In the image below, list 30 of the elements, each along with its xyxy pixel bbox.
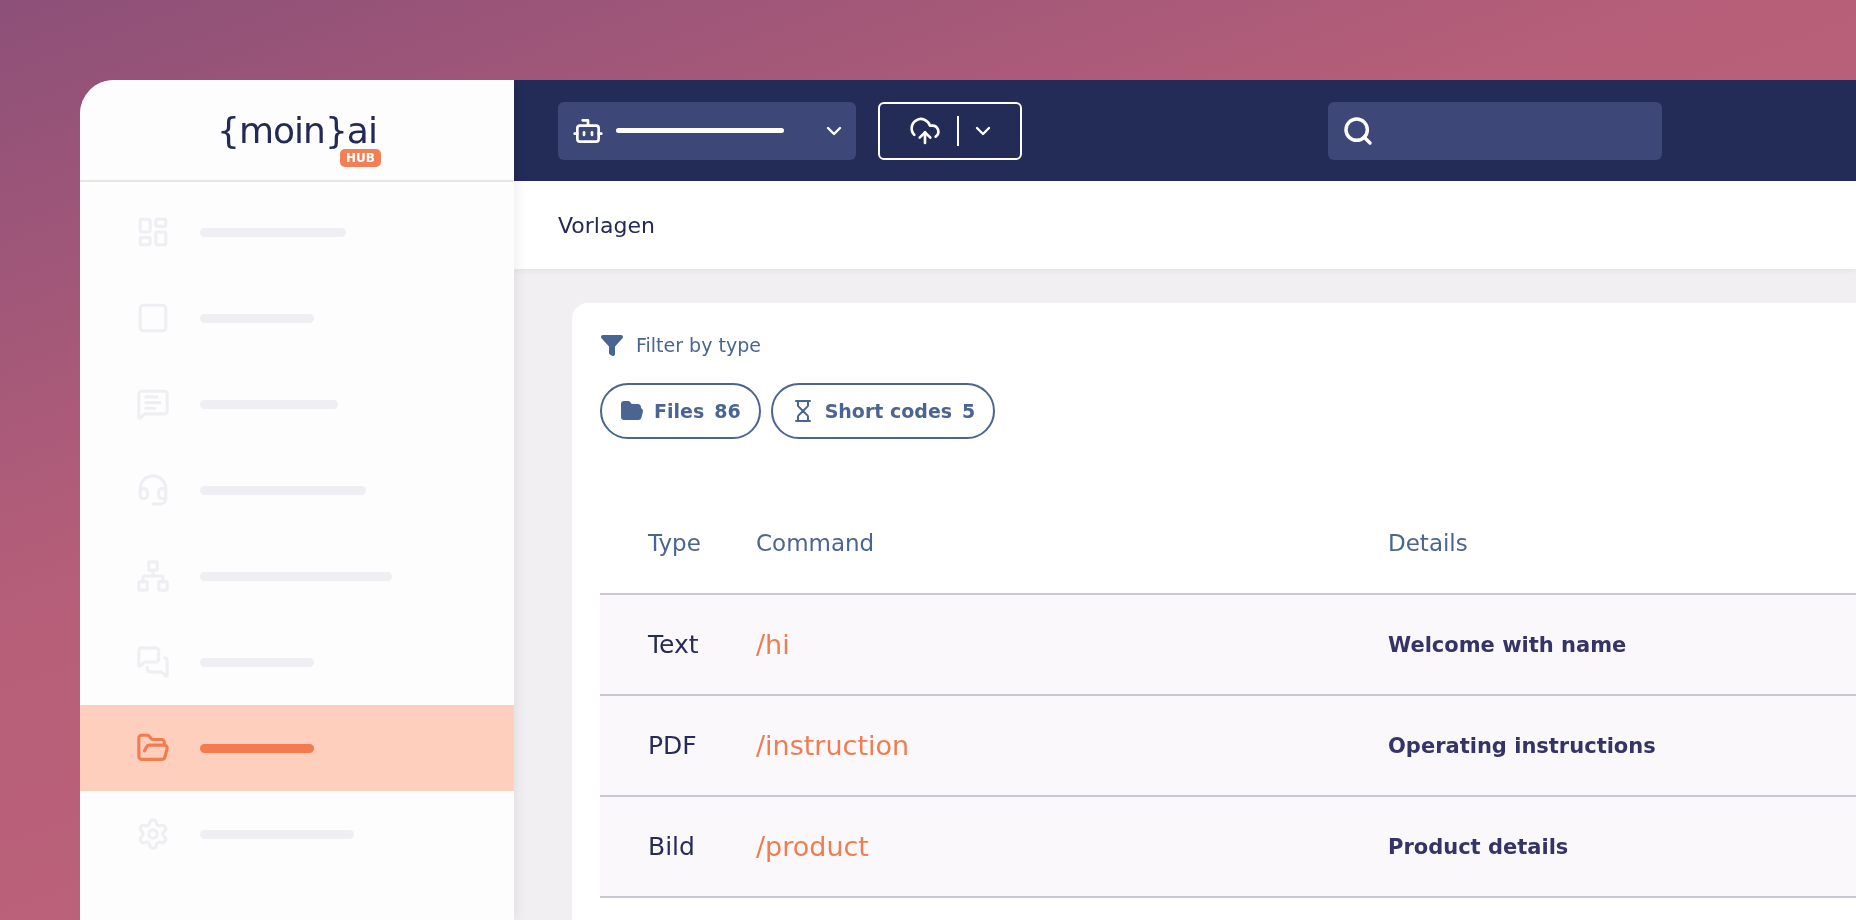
- chevron-down-icon: [826, 125, 842, 136]
- filter-chip[interactable]: Files 86: [600, 383, 761, 439]
- command-cell: /instruction: [756, 730, 910, 761]
- filter-chip[interactable]: Short codes 5: [770, 383, 996, 439]
- details-cell: Operating instructions: [1388, 733, 1656, 758]
- sidebar-item[interactable]: [80, 705, 514, 791]
- column-header: Details: [1388, 530, 1468, 556]
- page-title: Vorlagen: [558, 212, 655, 238]
- bot-dropdown[interactable]: [558, 101, 856, 160]
- details-cell: Product details: [1388, 834, 1569, 859]
- upload-split-button[interactable]: [878, 101, 1022, 160]
- command-cell: /product: [756, 831, 869, 862]
- type-cell: Text: [648, 630, 699, 659]
- table-row[interactable]: Text /hi Welcome with name: [600, 595, 1856, 696]
- search-field[interactable]: [1328, 101, 1662, 160]
- search-icon: [1342, 114, 1374, 147]
- hub-badge: HUB: [339, 148, 381, 167]
- filter-label: Filter by type: [636, 334, 761, 356]
- logo: {moin}ai: [217, 109, 377, 151]
- command-cell: /hi: [756, 629, 790, 660]
- type-cell: PDF: [648, 731, 697, 760]
- column-header: Type: [648, 530, 701, 556]
- table-row[interactable]: PDF /instruction Operating instructions: [600, 696, 1856, 797]
- details-cell: Welcome with name: [1388, 632, 1627, 657]
- chevron-down-icon: [975, 125, 991, 136]
- type-cell: Bild: [648, 832, 695, 861]
- filter-icon: [600, 333, 624, 357]
- column-header: Command: [756, 530, 875, 556]
- folder-icon: [620, 399, 644, 423]
- table-row[interactable]: Bild /product Product details: [600, 797, 1856, 898]
